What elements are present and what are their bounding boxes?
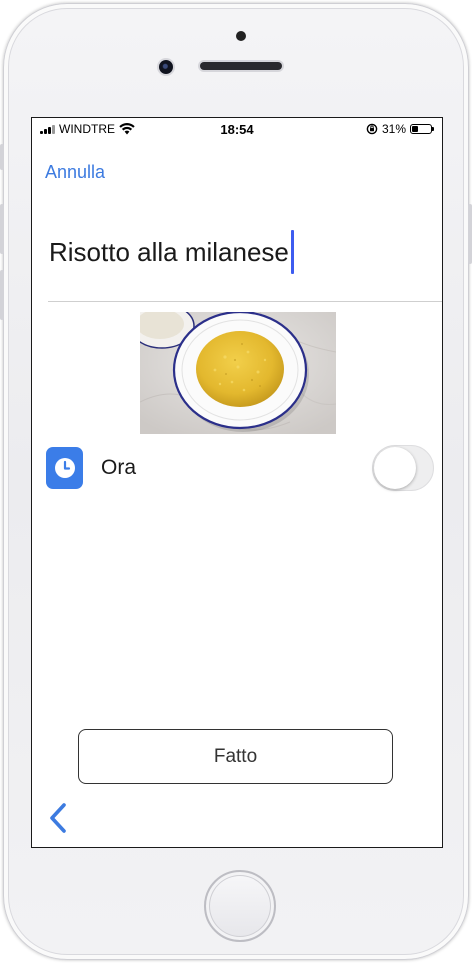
earpiece-speaker	[200, 62, 282, 70]
front-camera	[159, 60, 173, 74]
done-button[interactable]: Fatto	[78, 729, 393, 784]
proximity-sensor	[236, 31, 246, 41]
battery-percentage: 31%	[381, 122, 406, 136]
status-right: 31%	[366, 122, 434, 136]
text-cursor	[290, 230, 294, 274]
status-bar: WINDTRE 18:54 31%	[32, 118, 442, 140]
battery-icon	[410, 124, 434, 134]
title-input[interactable]: Risotto alla milanese	[49, 230, 294, 274]
chevron-left-icon	[50, 803, 66, 833]
risotto-image	[140, 312, 336, 434]
clock-icon	[46, 447, 83, 489]
volume-down-button	[0, 270, 4, 320]
mute-switch	[0, 144, 4, 170]
time-option-label: Ora	[101, 456, 137, 479]
volume-up-button	[0, 204, 4, 254]
cancel-button[interactable]: Annulla	[45, 162, 105, 183]
title-input-value: Risotto alla milanese	[49, 236, 289, 267]
orientation-lock-icon	[366, 123, 378, 135]
power-button	[468, 204, 472, 264]
time-toggle[interactable]	[372, 445, 434, 491]
title-divider	[48, 301, 442, 302]
screen: WINDTRE 18:54 31% Annulla Risotto alla m…	[31, 117, 443, 848]
back-button[interactable]	[44, 800, 74, 836]
toggle-knob	[374, 447, 416, 489]
battery-fill	[412, 126, 418, 132]
home-button[interactable]	[204, 870, 276, 942]
time-option-row: Ora	[46, 445, 434, 491]
